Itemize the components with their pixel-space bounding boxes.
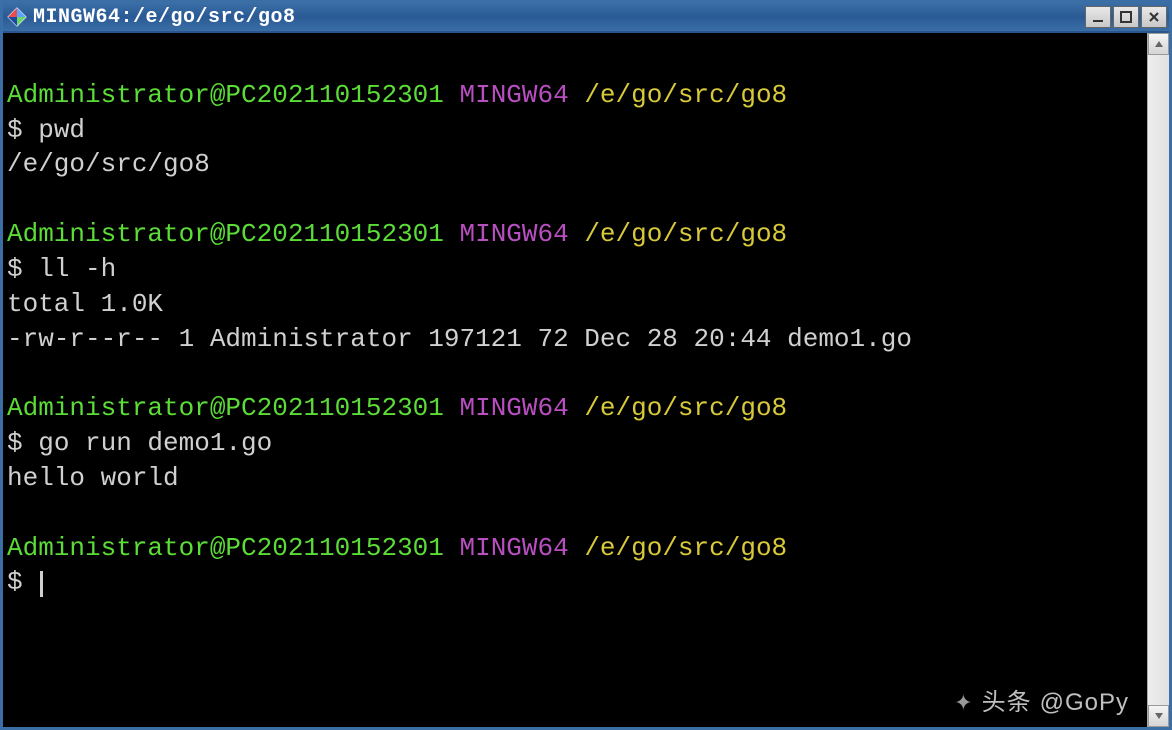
- app-icon: [7, 7, 27, 27]
- prompt-env: MINGW64: [459, 80, 568, 110]
- command-text: pwd: [38, 115, 85, 145]
- prompt-cwd: /e/go/src/go8: [584, 80, 787, 110]
- close-button[interactable]: [1141, 6, 1167, 28]
- terminal-window: MINGW64:/e/go/src/go8 Administrator@PC20…: [0, 0, 1172, 730]
- prompt-cwd: /e/go/src/go8: [584, 219, 787, 249]
- window-controls: [1085, 6, 1167, 28]
- prompt-user: Administrator@PC202110152301: [7, 80, 444, 110]
- prompt-env: MINGW64: [459, 393, 568, 423]
- prompt-symbol: $: [7, 428, 23, 458]
- prompt-user: Administrator@PC202110152301: [7, 393, 444, 423]
- maximize-button[interactable]: [1113, 6, 1139, 28]
- scrollbar[interactable]: [1147, 33, 1169, 727]
- scroll-up-button[interactable]: [1148, 33, 1169, 55]
- output-line: hello world: [7, 463, 179, 493]
- prompt-env: MINGW64: [459, 533, 568, 563]
- watermark-icon: ✦: [954, 688, 973, 717]
- terminal-output[interactable]: Administrator@PC202110152301 MINGW64 /e/…: [3, 33, 1147, 727]
- prompt-cwd: /e/go/src/go8: [584, 533, 787, 563]
- titlebar[interactable]: MINGW64:/e/go/src/go8: [3, 3, 1169, 33]
- close-icon: [1148, 11, 1160, 23]
- prompt-cwd: /e/go/src/go8: [584, 393, 787, 423]
- watermark-handle: @GoPy: [1040, 687, 1129, 719]
- chevron-up-icon: [1154, 39, 1164, 49]
- prompt-symbol: $: [7, 115, 23, 145]
- output-line: /e/go/src/go8: [7, 149, 210, 179]
- command-text: go run demo1.go: [38, 428, 272, 458]
- prompt-user: Administrator@PC202110152301: [7, 533, 444, 563]
- prompt-symbol: $: [7, 567, 23, 597]
- watermark-label: 头条: [982, 687, 1032, 719]
- cursor: [40, 571, 43, 597]
- prompt-env: MINGW64: [459, 219, 568, 249]
- window-title: MINGW64:/e/go/src/go8: [33, 6, 1085, 29]
- prompt-user: Administrator@PC202110152301: [7, 219, 444, 249]
- watermark: ✦ 头条@GoPy: [954, 687, 1129, 719]
- minimize-button[interactable]: [1085, 6, 1111, 28]
- scroll-track[interactable]: [1148, 55, 1169, 705]
- prompt-symbol: $: [7, 254, 23, 284]
- output-line: -rw-r--r-- 1 Administrator 197121 72 Dec…: [7, 324, 912, 354]
- scroll-down-button[interactable]: [1148, 705, 1169, 727]
- output-line: total 1.0K: [7, 289, 163, 319]
- command-text: ll -h: [38, 254, 116, 284]
- chevron-down-icon: [1154, 711, 1164, 721]
- minimize-icon: [1092, 11, 1104, 23]
- maximize-icon: [1120, 11, 1132, 23]
- terminal-body: Administrator@PC202110152301 MINGW64 /e/…: [3, 33, 1169, 727]
